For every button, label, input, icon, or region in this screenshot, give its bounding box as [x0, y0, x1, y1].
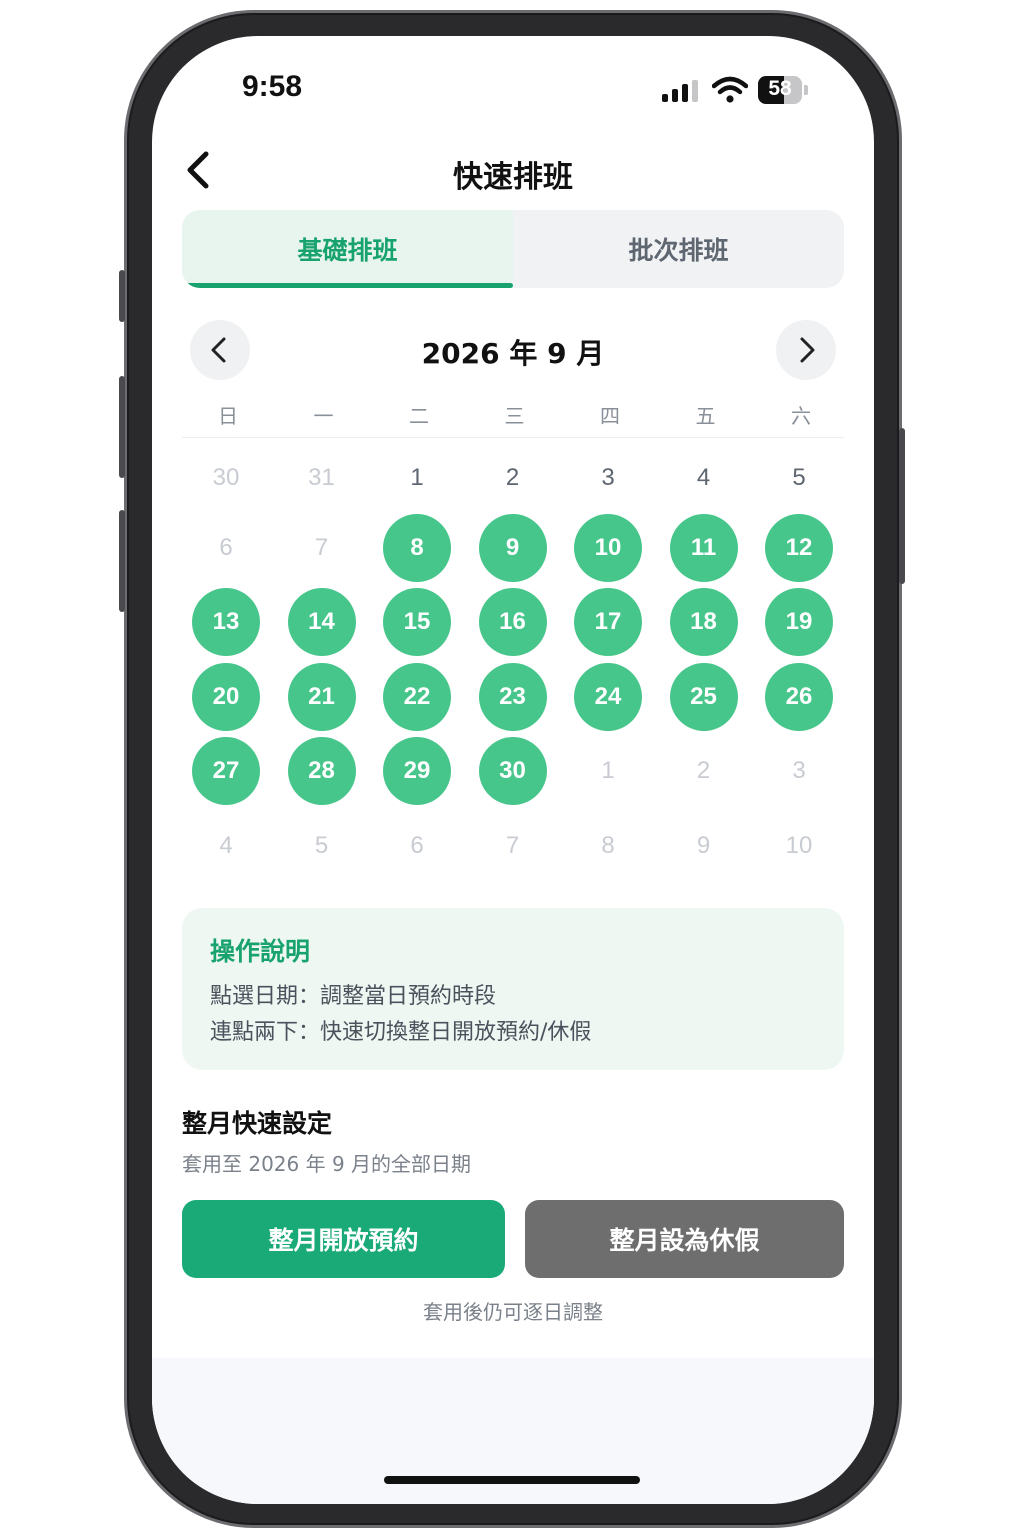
calendar-day-open[interactable]: 24	[574, 663, 642, 731]
home-indicator[interactable]	[384, 1476, 640, 1484]
calendar-day-open[interactable]: 23	[478, 663, 547, 731]
tab-batch-schedule[interactable]: 批次排班	[513, 210, 844, 288]
tab-active-indicator	[186, 283, 513, 288]
weekday-label: 二	[409, 404, 429, 428]
calendar-day-open[interactable]: 17	[574, 588, 642, 656]
action-button	[119, 270, 125, 322]
calendar-day-open[interactable]: 18	[669, 588, 738, 656]
instruction-line: 點選日期：調整當日預約時段	[210, 984, 497, 1009]
status-time: 9:58	[242, 70, 303, 103]
calendar-day-open[interactable]: 25	[669, 663, 738, 731]
weekday-label: 六	[791, 404, 811, 428]
calendar-day-outside: 2	[696, 757, 711, 784]
calendar-day-open[interactable]: 26	[765, 663, 833, 731]
calendar-day-open[interactable]: 14	[287, 588, 356, 656]
calendar-day-outside: 1	[601, 757, 615, 784]
volume-up-button	[119, 376, 125, 478]
calendar-day-open[interactable]: 29	[383, 737, 451, 805]
monthly-settings-subtitle: 套用至 2026 年 9 月的全部日期	[182, 1152, 472, 1176]
volume-down-button	[119, 510, 125, 612]
calendar-day[interactable]: 3	[574, 444, 642, 512]
calendar-day[interactable]: 4	[670, 444, 738, 512]
signal-icon	[662, 80, 698, 102]
wifi-icon	[712, 76, 748, 103]
calendar-day-open[interactable]: 15	[383, 588, 451, 656]
calendar-day-open[interactable]: 21	[287, 663, 356, 731]
weekday-label: 三	[504, 404, 525, 428]
calendar-day-open[interactable]: 10	[574, 514, 642, 582]
calendar-day-outside: 4	[219, 832, 233, 859]
next-month-button[interactable]	[776, 320, 836, 380]
adjust-note: 套用後仍可逐日調整	[423, 1300, 603, 1324]
instructions-card: 操作說明 點選日期：調整當日預約時段 連點兩下：快速切換整日開放預約/休假	[182, 908, 844, 1070]
calendar-day-outside: 6	[410, 832, 424, 859]
calendar-day-open[interactable]: 12	[765, 514, 833, 582]
calendar-day-open[interactable]: 13	[192, 588, 260, 656]
calendar-day-open[interactable]: 19	[765, 588, 833, 656]
monthly-settings-title: 整月快速設定	[182, 1109, 333, 1138]
calendar-day-outside: 5	[314, 832, 329, 859]
status-bar: 9:58 58	[152, 36, 874, 136]
calendar-day-outside: 7	[314, 534, 329, 561]
weekday-label: 五	[695, 404, 716, 428]
calendar-day-open[interactable]: 9	[478, 514, 547, 582]
calendar-day-outside: 10	[785, 832, 813, 859]
tab-basic-schedule[interactable]: 基礎排班	[182, 210, 513, 288]
calendar-day-outside: 8	[601, 832, 615, 859]
weekday-label: 四	[600, 404, 620, 428]
page-title: 快速排班	[453, 160, 573, 195]
next-month-icon	[800, 337, 815, 363]
calendar-day-open[interactable]: 8	[383, 514, 451, 582]
weekday-header: 日一二三四五六	[182, 400, 844, 438]
weekday-label: 日	[218, 404, 238, 428]
calendar-day-open[interactable]: 30	[478, 737, 547, 805]
open-whole-month-button[interactable]: 整月開放預約	[182, 1200, 505, 1278]
calendar-day-open[interactable]: 22	[383, 663, 451, 731]
set-month-off-button[interactable]: 整月設為休假	[525, 1200, 844, 1278]
calendar-day[interactable]: 5	[765, 444, 833, 512]
calendar-day-open[interactable]: 16	[478, 588, 547, 656]
calendar-day-outside: 30	[212, 464, 240, 491]
calendar-day[interactable]: 2	[479, 444, 547, 512]
instruction-line: 連點兩下：快速切換整日開放預約/休假	[210, 1020, 592, 1045]
instructions-title: 操作說明	[210, 937, 311, 966]
calendar-day-outside: 3	[792, 757, 806, 784]
calendar-day-open[interactable]: 27	[192, 737, 260, 805]
weekday-label: 一	[313, 404, 334, 428]
battery-icon: 58	[758, 76, 808, 104]
calendar-day[interactable]: 1	[383, 444, 451, 512]
calendar-day-open[interactable]: 11	[669, 514, 738, 582]
header: 快速排班	[152, 146, 874, 206]
screen: 9:58 58 快速排班 基礎排班 批次排班 2026 年 9 月 日 一 二 …	[152, 36, 874, 1504]
calendar-day-open[interactable]: 20	[192, 663, 260, 731]
calendar-day-outside: 9	[696, 832, 711, 859]
calendar-day-outside: 7	[505, 832, 520, 859]
calendar-day-outside: 6	[219, 534, 233, 561]
tab-bar: 基礎排班 批次排班	[182, 210, 844, 288]
battery-level: 58	[768, 77, 792, 100]
month-label: 2026 年 9 月	[421, 337, 605, 370]
calendar-day-open[interactable]: 28	[287, 737, 356, 805]
power-button	[899, 428, 905, 584]
calendar-day-outside: 31	[308, 464, 335, 491]
